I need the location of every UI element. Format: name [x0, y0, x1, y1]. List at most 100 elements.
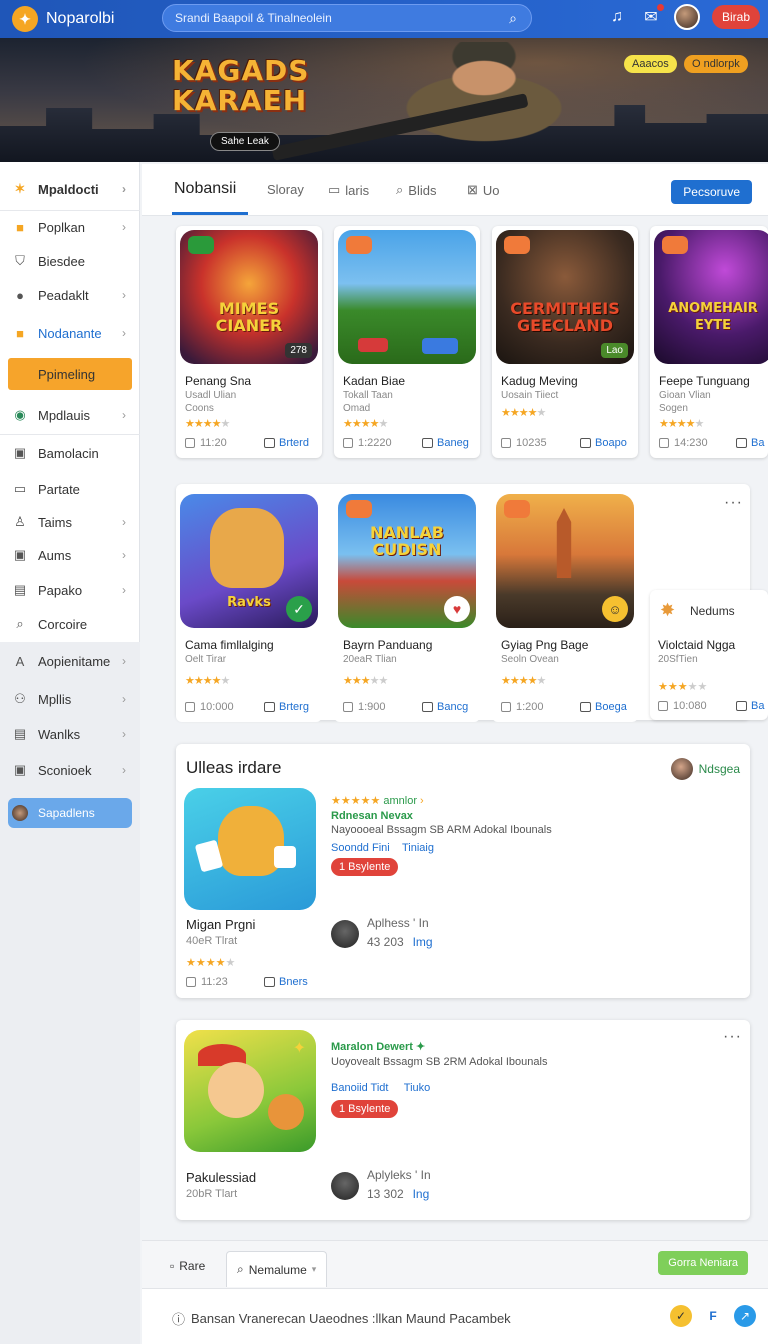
- developer-link[interactable]: Img: [413, 935, 433, 949]
- game-thumbnail[interactable]: MIMES CIANER 278: [180, 230, 318, 364]
- tab-uo[interactable]: ⊠ Uo: [467, 182, 500, 198]
- rating-stars: ★★★★★: [658, 681, 708, 693]
- search-icon[interactable]: ⌕: [509, 10, 517, 27]
- card-action[interactable]: Boapo: [580, 437, 627, 449]
- feature-link[interactable]: Tiuko: [404, 1082, 431, 1094]
- chevron-down-icon: ▾: [311, 1264, 317, 1274]
- game-thumbnail[interactable]: ☺: [496, 494, 634, 628]
- card-action[interactable]: Bners: [264, 976, 308, 988]
- featured-user[interactable]: Ndsgea: [670, 758, 740, 780]
- card-action[interactable]: Boega: [580, 701, 627, 713]
- count-value: 11:20: [200, 437, 227, 449]
- tab-blids[interactable]: ⌕ Blids: [396, 182, 436, 198]
- sidebar-item[interactable]: ▣ Aums ›: [8, 540, 132, 570]
- sidebar-item[interactable]: A Aopienitame ›: [8, 646, 132, 676]
- chevron-right-icon: ›: [122, 515, 126, 529]
- sidebar-item[interactable]: ▣ Sconioek ›: [8, 755, 132, 785]
- game-thumbnail[interactable]: Ravks ✓: [180, 494, 318, 628]
- banner-tag[interactable]: Aaacos: [624, 55, 677, 73]
- banner-tag[interactable]: O ndlorpk: [684, 55, 748, 73]
- action-button[interactable]: Gorra Neniara: [658, 1251, 748, 1275]
- grid-icon: [343, 702, 353, 712]
- sidebar-item[interactable]: ✶ Mpaldocti ›: [8, 174, 132, 204]
- game-thumbnail[interactable]: NANLAB CUDISN ♥: [338, 494, 476, 628]
- app-icon[interactable]: F: [702, 1305, 724, 1327]
- sidebar-item[interactable]: ♙ Taims ›: [8, 507, 132, 537]
- count-value: 11:23: [201, 976, 228, 988]
- sidebar-item-active[interactable]: Ppimeling: [8, 358, 132, 390]
- tab-sloray[interactable]: Sloray: [267, 182, 304, 197]
- game-card[interactable]: Kadan Biae Tokall Taan Omad ★★★★★ 1:2220…: [334, 226, 480, 458]
- game-thumbnail[interactable]: ANOMEHAIR EYTE: [654, 230, 768, 364]
- sidebar-item[interactable]: ■ Poplkan ›: [8, 212, 132, 242]
- check-icon[interactable]: ✓: [670, 1305, 692, 1327]
- sidebar-item[interactable]: ● Peadaklt ›: [8, 280, 132, 310]
- feature-link[interactable]: Soondd Fini: [331, 842, 390, 854]
- notification-icon[interactable]: ♫: [606, 6, 628, 28]
- sidebar-item[interactable]: ◉ Mpdlauis ›: [8, 400, 132, 430]
- game-card[interactable]: MIMES CIANER 278 Penang Sna Usadl Ulian …: [176, 226, 322, 458]
- card-action[interactable]: Bancg: [422, 701, 468, 713]
- chevron-right-icon: ›: [122, 220, 126, 234]
- message-icon[interactable]: ✉: [640, 4, 664, 28]
- action-label: Boapo: [595, 437, 627, 449]
- game-card[interactable]: CERMITHEIS GEECLAND Lao Kadug Meving Uos…: [492, 226, 638, 458]
- sidebar-item[interactable]: ▭ Partate: [8, 474, 132, 504]
- share-icon[interactable]: ↗: [734, 1305, 756, 1327]
- search-input[interactable]: Srandi Baapoil & Tinalneolein ⌕: [162, 4, 532, 32]
- developer-row[interactable]: Aplhess ' In 43 203 Img: [331, 916, 433, 951]
- tab-label: Blids: [408, 182, 437, 198]
- status-badge[interactable]: 1 Bsylente: [331, 858, 399, 876]
- sidebar-item[interactable]: ▤ Papako ›: [8, 575, 132, 605]
- chevron-right-icon: ›: [122, 654, 126, 668]
- card-action[interactable]: Ba: [736, 437, 764, 449]
- banner-button[interactable]: Sahe Leak: [210, 132, 280, 151]
- developer-count: 13 302: [367, 1187, 404, 1201]
- game-thumbnail[interactable]: ✦: [184, 1030, 316, 1152]
- feature-link[interactable]: Banoiid Tidt: [331, 1082, 388, 1094]
- grid-icon: [501, 438, 511, 448]
- sidebar-item[interactable]: ▤ Wanlks ›: [8, 719, 132, 749]
- sidebar-item[interactable]: ⌕ Corcoire: [8, 609, 132, 639]
- card-action[interactable]: Baneg: [422, 437, 469, 449]
- chevron-right-icon: ›: [122, 326, 126, 340]
- game-thumbnail[interactable]: [338, 230, 476, 364]
- game-card[interactable]: ANOMEHAIR EYTE Feepe Tunguang Gioan Vlia…: [650, 226, 768, 458]
- card-action[interactable]: Ba: [736, 700, 764, 712]
- primary-button[interactable]: Pecsoruve: [671, 180, 752, 204]
- game-thumbnail[interactable]: [184, 788, 316, 910]
- sidebar-item[interactable]: ⛉ Biesdee: [8, 246, 132, 276]
- developer-link[interactable]: Ing: [413, 1187, 430, 1201]
- tab-main[interactable]: Nobansii: [174, 180, 236, 198]
- feature-links[interactable]: Soondd Fini Tiniaig: [331, 842, 434, 854]
- sidebar-item[interactable]: ■ Nodanante ›: [8, 318, 132, 348]
- thumbnail-text: ANOMEHAIR EYTE: [668, 301, 758, 333]
- game-thumbnail[interactable]: CERMITHEIS GEECLAND Lao: [496, 230, 634, 364]
- app-title: Noparolbi: [46, 10, 115, 27]
- sidebar-item-profile[interactable]: Sapadlens: [8, 798, 132, 828]
- thumbnail-text: MIMES CIANER: [215, 299, 283, 335]
- sidebar-item[interactable]: ⚇ Mpllis ›: [8, 684, 132, 714]
- card-action[interactable]: Brterd: [264, 437, 309, 449]
- developer-row[interactable]: Aplyleks ' In 13 302 Ing: [331, 1168, 431, 1203]
- more-options-icon[interactable]: ···: [723, 1028, 742, 1046]
- logo-icon[interactable]: ✦: [12, 6, 38, 32]
- sidebar-item[interactable]: ▣ Bamolacin: [8, 438, 132, 468]
- hero-banner[interactable]: KAGADS KARAEH Sahe Leak Aaacos O ndlorpk: [0, 38, 768, 162]
- tab-label: Sloray: [267, 182, 304, 197]
- grid-icon: [185, 702, 195, 712]
- feature-links[interactable]: Banoiid Tidt Tiuko: [331, 1082, 430, 1094]
- feature-link[interactable]: Tiniaig: [402, 842, 434, 854]
- mini-card[interactable]: ✸ Nedums Violctaid Ngga 20SfTien ★★★★★ 1…: [650, 590, 768, 720]
- avatar[interactable]: [673, 4, 700, 30]
- login-button[interactable]: Birab: [711, 5, 760, 29]
- game-card[interactable]: Ravks ✓ Cama fimllalging Oelt Tirar ★★★★…: [176, 490, 322, 722]
- tab-rare[interactable]: ▫ Rare: [170, 1259, 205, 1273]
- tab-nemalume[interactable]: ⌕ Nemalume ▾: [226, 1251, 328, 1287]
- game-card[interactable]: NANLAB CUDISN ♥ Bayrn Panduang 20eaR Tli…: [334, 490, 480, 722]
- status-badge[interactable]: 1 Bsylente: [331, 1100, 399, 1118]
- game-card[interactable]: ☺ Gyiag Png Bage Seoln Ovean ★★★★★ 1:200…: [492, 490, 638, 722]
- card-action[interactable]: Brterg: [264, 701, 309, 713]
- more-options-icon[interactable]: ···: [724, 494, 743, 512]
- tab-laris[interactable]: ▭ laris: [328, 182, 369, 198]
